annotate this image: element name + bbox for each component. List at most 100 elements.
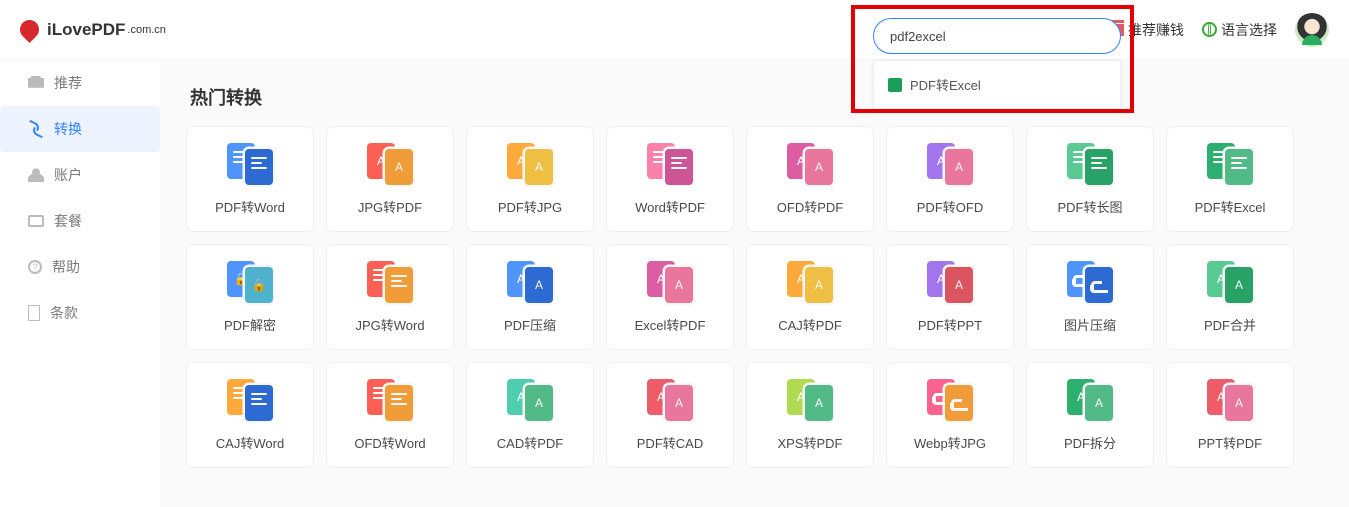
conversion-card[interactable]: AA CAD转PDF — [466, 362, 594, 468]
conversion-card[interactable]: AAJPG转PDF — [326, 126, 454, 232]
sidebar-item-label: 套餐 — [54, 211, 82, 231]
conversion-card[interactable]: AA PDF拆分 — [1026, 362, 1154, 468]
search-suggestion[interactable]: PDF转Excel — [874, 65, 1120, 104]
card-art-icon: AA — [501, 261, 559, 303]
conversion-card[interactable]: AA PDF合并 — [1166, 244, 1294, 350]
language-label: 语言选择 — [1221, 20, 1277, 40]
sidebar-item-label: 推荐 — [54, 73, 82, 93]
card-art-icon: AA — [1201, 379, 1259, 421]
card-label: JPG转Word — [355, 315, 424, 334]
avatar[interactable] — [1295, 13, 1329, 47]
recommend-earn-link[interactable]: 推荐赚钱 — [1110, 20, 1184, 40]
card-art-icon — [1201, 143, 1259, 185]
card-label: PDF转CAD — [637, 433, 703, 452]
card-label: Word转PDF — [635, 197, 705, 216]
card-label: CAD转PDF — [497, 433, 563, 452]
card-art-icon — [921, 379, 979, 421]
conversion-card[interactable]: 图片压缩 — [1026, 244, 1154, 350]
card-art-icon: AA — [501, 379, 559, 421]
sidebar-item-terms[interactable]: 条款 — [0, 290, 160, 336]
card-label: PDF转Word — [215, 197, 285, 216]
sidebar-item-recommend[interactable]: 推荐 — [0, 60, 160, 106]
conversion-card[interactable]: AA PDF转OFD — [886, 126, 1014, 232]
card-label: PDF转JPG — [498, 197, 562, 216]
main: 热门转换 PDF转WordAAJPG转PDFAAPDF转JPGWord转PDFA… — [160, 0, 1349, 468]
sidebar-item-plan[interactable]: 套餐 — [0, 198, 160, 244]
card-label: PDF合并 — [1204, 315, 1256, 334]
card-label: OFD转Word — [354, 433, 425, 452]
card-art-icon: AA — [781, 379, 839, 421]
excel-mini-icon — [888, 78, 902, 92]
search-input[interactable] — [873, 18, 1121, 54]
convert-icon — [28, 122, 44, 136]
card-art-icon: AA — [361, 143, 419, 185]
card-art-icon: AA — [641, 261, 699, 303]
conversion-card[interactable]: 🔒🔒PDF解密 — [186, 244, 314, 350]
section-title: 热门转换 — [190, 84, 1323, 110]
card-art-icon: AA — [1061, 379, 1119, 421]
conversion-card[interactable]: OFD转Word — [326, 362, 454, 468]
card-art-icon: AA — [781, 143, 839, 185]
card-art-icon: 🔒🔒 — [221, 261, 279, 303]
conversion-card[interactable]: CAJ转Word — [186, 362, 314, 468]
sidebar-item-label: 账户 — [54, 165, 82, 185]
language-select-link[interactable]: 语言选择 — [1202, 20, 1277, 40]
card-art-icon: AA — [1201, 261, 1259, 303]
card-label: Webp转JPG — [914, 433, 986, 452]
conversion-card[interactable]: PDF转Word — [186, 126, 314, 232]
conversion-card[interactable]: AA PDF转PPT — [886, 244, 1014, 350]
card-art-icon: AA — [921, 261, 979, 303]
conversion-card[interactable]: AA PPT转PDF — [1166, 362, 1294, 468]
card-label: PDF拆分 — [1064, 433, 1116, 452]
conversion-card[interactable]: JPG转Word — [326, 244, 454, 350]
search-suggestion-label: PDF转Excel — [910, 75, 981, 94]
logo-domain: .com.cn — [127, 24, 166, 36]
conversion-card[interactable]: AA PDF压缩 — [466, 244, 594, 350]
recommend-label: 推荐赚钱 — [1128, 20, 1184, 40]
sidebar-item-account[interactable]: 账户 — [0, 152, 160, 198]
card-art-icon — [1061, 261, 1119, 303]
search-wrap: PDF转Excel — [873, 18, 1121, 109]
sidebar-item-convert[interactable]: 转换 — [0, 106, 160, 152]
card-label: PPT转PDF — [1198, 433, 1262, 452]
card-art-icon: AA — [921, 143, 979, 185]
help-icon — [28, 260, 42, 274]
card-art-icon — [361, 261, 419, 303]
conversion-card[interactable]: AA CAJ转PDF — [746, 244, 874, 350]
card-art-icon: AA — [781, 261, 839, 303]
globe-icon — [1202, 22, 1217, 37]
gift-icon — [28, 76, 44, 90]
doc-icon — [28, 305, 40, 321]
card-label: PDF转OFD — [917, 197, 983, 216]
conversion-card[interactable]: AAExcel转PDF — [606, 244, 734, 350]
card-label: PDF转PPT — [918, 315, 982, 334]
conversion-grid: PDF转WordAAJPG转PDFAAPDF转JPGWord转PDFAAOFD转… — [186, 126, 1323, 468]
conversion-card[interactable]: PDF转Excel — [1166, 126, 1294, 232]
conversion-card[interactable]: AA PDF转JPG — [466, 126, 594, 232]
card-label: PDF压缩 — [504, 315, 556, 334]
conversion-card[interactable]: AA OFD转PDF — [746, 126, 874, 232]
card-art-icon: AA — [501, 143, 559, 185]
sidebar-item-label: 条款 — [50, 303, 78, 323]
card-icon — [28, 215, 44, 227]
conversion-card[interactable]: Word转PDF — [606, 126, 734, 232]
card-art-icon — [361, 379, 419, 421]
user-icon — [28, 168, 44, 182]
card-label: OFD转PDF — [777, 197, 843, 216]
conversion-card[interactable]: AAPDF转CAD — [606, 362, 734, 468]
sidebar-item-help[interactable]: 帮助 — [0, 244, 160, 290]
card-art-icon — [1061, 143, 1119, 185]
search-dropdown: PDF转Excel — [873, 60, 1121, 109]
sidebar: 推荐 转换 账户 套餐 帮助 条款 — [0, 60, 160, 507]
card-label: XPS转PDF — [777, 433, 842, 452]
conversion-card[interactable]: Webp转JPG — [886, 362, 1014, 468]
card-label: CAJ转PDF — [778, 315, 842, 334]
conversion-card[interactable]: AA XPS转PDF — [746, 362, 874, 468]
logo-brand: iLovePDF — [47, 20, 125, 40]
card-label: 图片压缩 — [1064, 315, 1116, 334]
card-label: PDF转长图 — [1057, 197, 1122, 216]
conversion-card[interactable]: PDF转长图 — [1026, 126, 1154, 232]
logo-heart-icon — [16, 16, 43, 43]
top-bar: iLovePDF .com.cn 推荐赚钱 语言选择 — [0, 0, 1349, 60]
card-label: PDF转Excel — [1195, 197, 1266, 216]
